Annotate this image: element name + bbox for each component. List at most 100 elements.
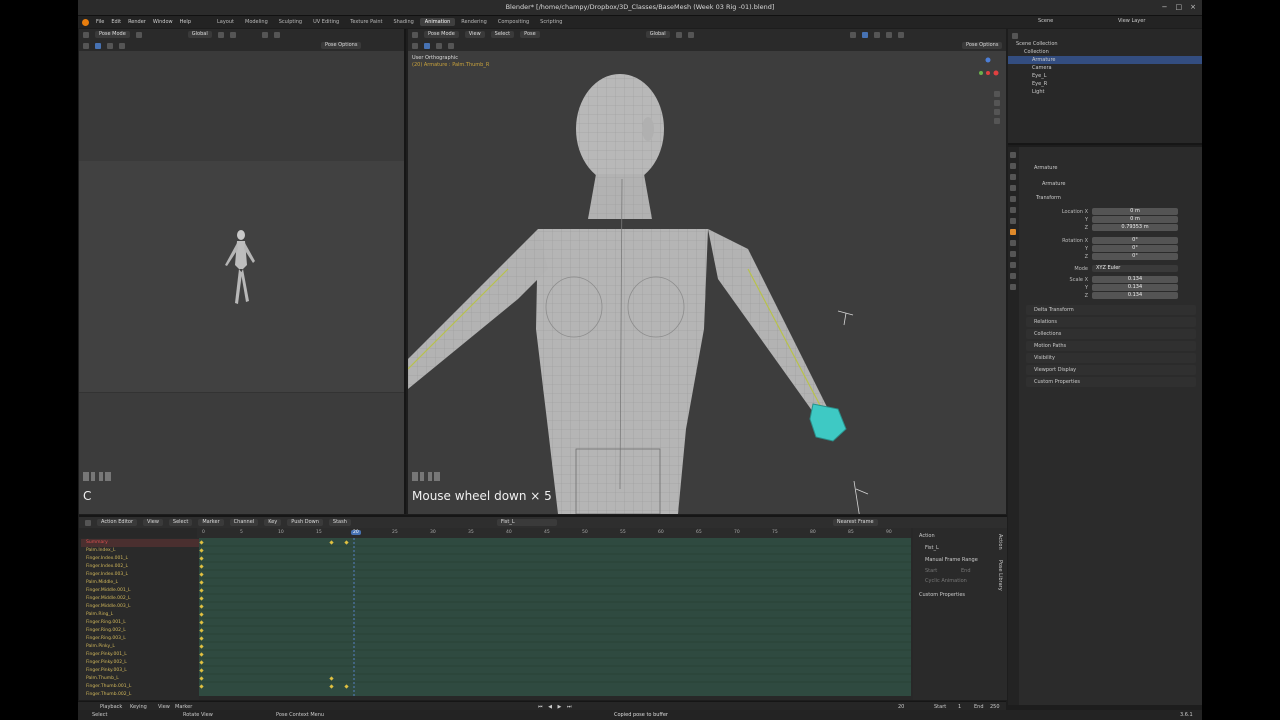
tool-icon[interactable] xyxy=(83,42,89,49)
shading-material-icon[interactable] xyxy=(273,31,280,38)
zoom-icon[interactable] xyxy=(994,91,1000,97)
modifier-tab-icon[interactable] xyxy=(1010,240,1016,246)
editor-type-icon[interactable] xyxy=(83,31,89,38)
tab-animation[interactable]: Animation xyxy=(419,18,456,26)
outliner-item-armature[interactable]: Armature xyxy=(1008,56,1202,64)
output-tab-icon[interactable] xyxy=(1010,174,1016,180)
menu-render[interactable]: Render xyxy=(128,19,146,25)
channel-row[interactable]: Finger.Middle.001_L xyxy=(81,587,199,595)
tab-scripting[interactable]: Scripting xyxy=(535,18,567,26)
ae-menu-select[interactable]: Select xyxy=(168,519,193,526)
left-pose-options[interactable]: Pose Options xyxy=(321,42,362,49)
relations-panel[interactable]: Relations xyxy=(1026,317,1196,327)
custom-properties-section[interactable]: Custom Properties xyxy=(919,592,965,598)
custom-properties-panel[interactable]: Custom Properties xyxy=(1026,377,1196,387)
outliner-item-eye-r[interactable]: Eye_R xyxy=(1008,80,1202,88)
outliner-editor-icon[interactable] xyxy=(1012,33,1018,39)
channel-row[interactable]: Finger.Pinky.002_L xyxy=(81,659,199,667)
menu-help[interactable]: Help xyxy=(180,19,191,25)
select-box-icon[interactable] xyxy=(95,42,101,49)
visibility-panel[interactable]: Visibility xyxy=(1026,353,1196,363)
pivot-icon[interactable] xyxy=(675,31,682,38)
scene-tab-icon[interactable] xyxy=(1010,196,1016,202)
main-pose-options[interactable]: Pose Options xyxy=(962,42,1003,49)
rotation-mode-dropdown[interactable]: XYZ Euler xyxy=(1092,265,1178,272)
end-field[interactable]: End xyxy=(961,568,971,574)
menu-select[interactable]: Select xyxy=(490,31,515,38)
xray-icon[interactable] xyxy=(861,31,868,38)
action-panel-header[interactable]: Action xyxy=(919,533,935,539)
select-circle-icon[interactable] xyxy=(107,42,113,49)
select-circle-icon[interactable] xyxy=(436,42,442,49)
pose-library-side-tab[interactable]: Pose Library xyxy=(997,560,1003,591)
channel-row[interactable]: Finger.Pinky.001_L xyxy=(81,651,199,659)
pan-hand-icon[interactable] xyxy=(994,100,1000,106)
snap-icon[interactable] xyxy=(229,31,236,38)
channel-row[interactable]: Finger.Ring.002_L xyxy=(81,627,199,635)
shading-render-icon[interactable] xyxy=(897,31,904,38)
channel-row[interactable]: Palm.Thumb_L xyxy=(81,675,199,683)
camera-view-icon[interactable] xyxy=(994,109,1000,115)
menu-view[interactable]: View xyxy=(464,31,485,38)
channel-row[interactable]: Palm.Ring_L xyxy=(81,611,199,619)
menu-file[interactable]: File xyxy=(96,19,104,25)
scale-y-field[interactable]: 0.134 xyxy=(1092,284,1178,291)
push-down-button[interactable]: Push Down xyxy=(287,519,323,526)
collection-tab-icon[interactable] xyxy=(1010,218,1016,224)
scene-selector[interactable]: Scene xyxy=(1038,18,1053,24)
constraint-tab-icon[interactable] xyxy=(1010,262,1016,268)
data-tab-icon[interactable] xyxy=(1010,273,1016,279)
properties-data-name-field[interactable]: Armature xyxy=(1042,181,1065,187)
delta-transform-panel[interactable]: Delta Transform xyxy=(1026,305,1196,315)
tab-modeling[interactable]: Modeling xyxy=(240,18,273,26)
editor-type-icon[interactable] xyxy=(85,519,91,526)
location-y-field[interactable]: 0 m xyxy=(1092,216,1178,223)
view-layer-tab-icon[interactable] xyxy=(1010,185,1016,191)
outliner-item-light[interactable]: Light xyxy=(1008,88,1202,96)
world-tab-icon[interactable] xyxy=(1010,207,1016,213)
channel-row[interactable]: Finger.Middle.003_L xyxy=(81,603,199,611)
editor-type-icon[interactable] xyxy=(412,31,418,38)
selected-hand[interactable] xyxy=(809,403,847,442)
channel-row[interactable]: Finger.Thumb.001_L xyxy=(81,683,199,691)
select-lasso-icon[interactable] xyxy=(448,42,454,49)
viewport-display-panel[interactable]: Viewport Display xyxy=(1026,365,1196,375)
channel-summary[interactable]: Summary xyxy=(81,539,199,547)
blender-logo-icon[interactable] xyxy=(82,18,89,26)
channel-row[interactable]: Finger.Ring.003_L xyxy=(81,635,199,643)
ae-menu-marker[interactable]: Marker xyxy=(198,519,224,526)
current-frame-indicator[interactable]: 20 xyxy=(351,530,361,535)
manual-frame-range-checkbox[interactable]: Manual Frame Range xyxy=(925,557,978,563)
start-field[interactable]: Start xyxy=(925,568,937,574)
outliner-scene-collection[interactable]: Scene Collection xyxy=(1008,40,1202,48)
action-editor-mode-dropdown[interactable]: Action Editor xyxy=(97,519,138,526)
menu-pose[interactable]: Pose xyxy=(520,31,540,38)
channel-row[interactable]: Palm.Index_L xyxy=(81,547,199,555)
object-tab-icon[interactable] xyxy=(1010,229,1016,235)
left-mode-dropdown[interactable]: Pose Mode xyxy=(95,31,130,38)
channel-row[interactable]: Finger.Ring.001_L xyxy=(81,619,199,627)
channel-row[interactable]: Finger.Index.002_L xyxy=(81,563,199,571)
cyclic-animation-checkbox[interactable]: Cyclic Animation xyxy=(925,578,967,584)
main-3d-viewport[interactable]: Pose Mode View Select Pose Global Pose O… xyxy=(408,29,1006,514)
camera-viewport[interactable]: Pose Mode Global Pose Options C xyxy=(79,29,406,514)
tool-icon[interactable] xyxy=(412,42,418,49)
overlay-icon[interactable] xyxy=(849,31,856,38)
menu-window[interactable]: Window xyxy=(153,19,173,25)
location-x-field[interactable]: 0 m xyxy=(1092,208,1178,215)
outliner-collection[interactable]: Collection xyxy=(1008,48,1202,56)
scale-z-field[interactable]: 0.134 xyxy=(1092,292,1178,299)
snapping-dropdown[interactable]: Nearest Frame xyxy=(832,519,878,526)
navigation-gizmo[interactable] xyxy=(974,55,1002,85)
menu-icon[interactable] xyxy=(135,31,142,38)
rotation-x-field[interactable]: 0° xyxy=(1092,237,1178,244)
collections-panel[interactable]: Collections xyxy=(1026,329,1196,339)
channel-row[interactable]: Palm.Middle_L xyxy=(81,579,199,587)
snap-icon[interactable] xyxy=(687,31,694,38)
tab-rendering[interactable]: Rendering xyxy=(456,18,492,26)
tab-texture-paint[interactable]: Texture Paint xyxy=(345,18,387,26)
ae-menu-key[interactable]: Key xyxy=(264,519,282,526)
channel-row[interactable]: Finger.Pinky.003_L xyxy=(81,667,199,675)
minimize-button[interactable]: − xyxy=(1162,3,1168,11)
action-name-field[interactable]: Fist_L xyxy=(496,519,557,526)
